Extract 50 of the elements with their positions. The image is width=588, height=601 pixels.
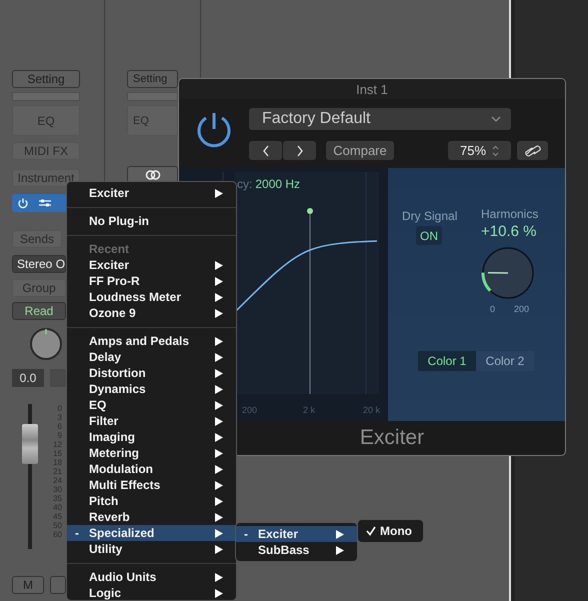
current-marker: -: [75, 526, 79, 540]
current-marker: -: [244, 527, 248, 541]
menu-item[interactable]: - Specialized: [67, 525, 236, 541]
knob-max-label: 200: [514, 304, 530, 314]
menu-item[interactable]: Logic: [67, 585, 236, 600]
volume-readout: 0.0: [12, 369, 44, 387]
menu-item[interactable]: SubBass: [236, 542, 357, 558]
window-title: Inst 1: [179, 79, 565, 99]
plugin-name: Exciter: [360, 426, 424, 450]
frequency-value[interactable]: 2000 Hz: [255, 177, 300, 191]
compare-button[interactable]: Compare: [326, 141, 394, 160]
dry-signal-toggle[interactable]: ON: [416, 226, 442, 245]
menu-item[interactable]: Utility: [67, 541, 236, 557]
menu-item[interactable]: Amps and Pedals: [67, 333, 236, 349]
harmonics-value: +10.6 %: [481, 223, 536, 240]
harmonics-label: Harmonics: [481, 207, 538, 221]
knob-min-label: 0: [490, 304, 496, 314]
menu-item[interactable]: Dynamics: [67, 381, 236, 397]
menu-item[interactable]: Exciter: [67, 257, 236, 273]
menu-item[interactable]: Audio Units: [67, 569, 236, 585]
frequency-label: cy:: [237, 177, 252, 191]
axis-label: 2 k: [303, 405, 316, 415]
zoom-field[interactable]: 75%: [448, 141, 511, 160]
menu-item[interactable]: Ozone 9: [67, 305, 236, 321]
menu-item[interactable]: EQ: [67, 397, 236, 413]
preset-name: Factory Default: [262, 110, 370, 128]
output-button[interactable]: Stereo O: [12, 255, 66, 273]
preset-dropdown[interactable]: Factory Default: [249, 108, 511, 130]
menu-item[interactable]: Mono: [358, 523, 423, 539]
menu-item[interactable]: Delay: [67, 349, 236, 365]
menu-item[interactable]: Multi Effects: [67, 477, 236, 493]
dry-signal-label: Dry Signal: [402, 209, 458, 223]
axis-label: 20 k: [363, 405, 380, 415]
color-mode-tab[interactable]: Color 1: [418, 351, 476, 371]
menu-item[interactable]: FF Pro-R: [67, 273, 236, 289]
menu-item[interactable]: Modulation: [67, 461, 236, 477]
menu-item[interactable]: Imaging: [67, 429, 236, 445]
color-mode-tab[interactable]: Color 2: [476, 351, 534, 371]
menu-item[interactable]: Exciter: [67, 185, 236, 201]
menu-section-header: Recent: [88, 241, 130, 257]
axis-label: 200: [242, 405, 258, 415]
menu-item[interactable]: - Exciter: [236, 526, 357, 542]
menu-item[interactable]: Loudness Meter: [67, 289, 236, 305]
automation-button[interactable]: Read: [12, 302, 66, 320]
menu-item[interactable]: Metering: [67, 445, 236, 461]
menu-item[interactable]: Pitch: [67, 493, 236, 509]
menu-item[interactable]: Reverb: [67, 509, 236, 525]
menu-item[interactable]: Distortion: [67, 365, 236, 381]
menu-item[interactable]: No Plug-in: [67, 213, 236, 229]
menu-item[interactable]: Filter: [67, 413, 236, 429]
